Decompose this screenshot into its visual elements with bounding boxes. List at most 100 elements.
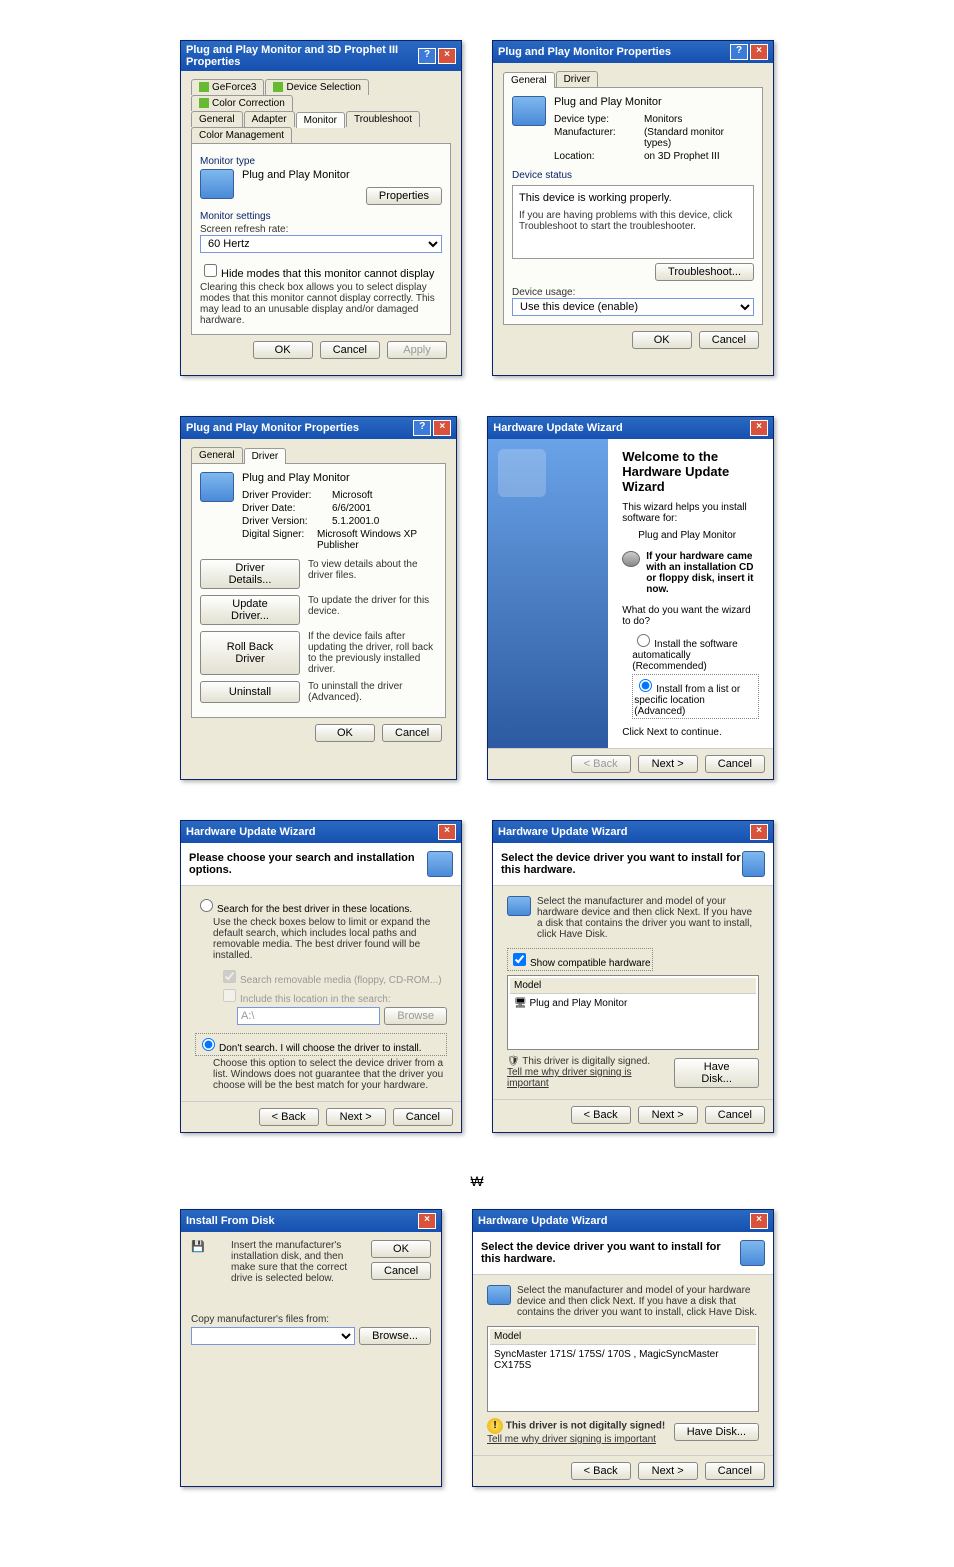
help-icon[interactable]: ? xyxy=(730,44,748,60)
refresh-rate-select[interactable]: 60 Hertz xyxy=(200,235,442,253)
chk-removable: Search removable media (floppy, CD-ROM..… xyxy=(219,967,447,986)
wizard-select-driver: Hardware Update Wizard× Select the devic… xyxy=(492,820,774,1133)
status-text: This device is working properly. xyxy=(519,192,747,204)
cancel-button[interactable]: Cancel xyxy=(705,755,765,773)
opt-auto[interactable]: Install the software automatically (Reco… xyxy=(632,631,759,672)
show-compat-checkbox[interactable]: Show compatible hardware xyxy=(507,948,653,971)
title: Hardware Update Wizard xyxy=(493,422,623,434)
close-icon[interactable]: × xyxy=(750,420,768,436)
path-input xyxy=(237,1007,380,1025)
monitor-name: Plug and Play Monitor xyxy=(554,96,754,108)
tab-driver[interactable]: Driver xyxy=(244,448,287,464)
ok-button[interactable]: OK xyxy=(315,724,375,742)
model-list[interactable]: Model SyncMaster 171S/ 175S/ 170S , Magi… xyxy=(487,1326,759,1412)
next-button[interactable]: Next > xyxy=(638,1106,698,1124)
rollback-driver-button[interactable]: Roll Back Driver xyxy=(200,631,300,675)
close-icon[interactable]: × xyxy=(750,44,768,60)
install-from-disk-dialog: Install From Disk× 💾 Insert the manufact… xyxy=(180,1209,442,1487)
close-icon[interactable]: × xyxy=(750,824,768,840)
properties-button[interactable]: Properties xyxy=(366,187,442,205)
ok-button[interactable]: OK xyxy=(253,341,313,359)
status-help: If you are having problems with this dev… xyxy=(519,210,747,232)
monitor-icon xyxy=(200,169,234,199)
help-icon[interactable]: ? xyxy=(413,420,431,436)
monitor-type-label: Monitor type xyxy=(200,156,442,167)
title: Hardware Update Wizard xyxy=(498,826,628,838)
wizard-icon xyxy=(427,851,454,877)
have-disk-button[interactable]: Have Disk... xyxy=(674,1423,759,1441)
list-item[interactable]: 🖥 Plug and Play Monitor xyxy=(510,996,756,1011)
cancel-button[interactable]: Cancel xyxy=(393,1108,453,1126)
close-icon[interactable]: × xyxy=(418,1213,436,1229)
opt-dont-search[interactable]: Don't search. I will choose the driver t… xyxy=(195,1033,447,1056)
copy-from-label: Copy manufacturer's files from: xyxy=(191,1314,431,1325)
next-button[interactable]: Next > xyxy=(638,1462,698,1480)
titlebar: Plug and Play Monitor and 3D Prophet III… xyxy=(181,41,461,71)
cancel-button[interactable]: Cancel xyxy=(371,1262,431,1280)
ok-button[interactable]: OK xyxy=(632,331,692,349)
ok-button[interactable]: OK xyxy=(371,1240,431,1258)
opt-list[interactable]: Install from a list or specific location… xyxy=(632,674,759,719)
next-button[interactable]: Next > xyxy=(638,755,698,773)
driver-details-button[interactable]: Driver Details... xyxy=(200,559,300,589)
path-select[interactable] xyxy=(191,1327,355,1345)
tab-general[interactable]: General xyxy=(191,111,243,127)
cancel-button[interactable]: Cancel xyxy=(320,341,380,359)
tab-color-mgmt[interactable]: Color Management xyxy=(191,127,292,143)
helps-text: This wizard helps you install software f… xyxy=(622,502,759,524)
device-usage-select[interactable]: Use this device (enable) xyxy=(512,298,754,316)
cancel-button[interactable]: Cancel xyxy=(705,1106,765,1124)
device-name: Plug and Play Monitor xyxy=(638,530,759,541)
tab-general[interactable]: General xyxy=(503,72,555,88)
opt-search[interactable]: Search for the best driver in these loca… xyxy=(195,896,447,915)
monitor-settings-label: Monitor settings xyxy=(200,211,442,222)
tab-adapter[interactable]: Adapter xyxy=(244,111,295,127)
tab-driver[interactable]: Driver xyxy=(556,71,599,87)
tab-monitor[interactable]: Monitor xyxy=(296,112,345,128)
close-icon[interactable]: × xyxy=(438,48,456,64)
tabs-row2: General Adapter Monitor Troubleshoot Col… xyxy=(191,111,451,143)
close-icon[interactable]: × xyxy=(438,824,456,840)
troubleshoot-button[interactable]: Troubleshoot... xyxy=(655,263,754,281)
instruction: Insert the manufacturer's installation d… xyxy=(231,1240,363,1284)
browse-button[interactable]: Browse... xyxy=(359,1327,431,1345)
back-button[interactable]: < Back xyxy=(571,1106,631,1124)
tab-general[interactable]: General xyxy=(191,447,243,463)
signed-text: This driver is digitally signed. xyxy=(522,1056,650,1067)
disk-icon: 💾 xyxy=(191,1240,223,1272)
title: Plug and Play Monitor Properties xyxy=(186,422,359,434)
title: Hardware Update Wizard xyxy=(186,826,316,838)
welcome-heading: Welcome to the Hardware Update Wizard xyxy=(622,449,759,494)
wizard-icon xyxy=(742,851,765,877)
close-icon[interactable]: × xyxy=(433,420,451,436)
cancel-button[interactable]: Cancel xyxy=(705,1462,765,1480)
back-button[interactable]: < Back xyxy=(259,1108,319,1126)
refresh-rate-label: Screen refresh rate: xyxy=(200,224,442,235)
close-icon[interactable]: × xyxy=(750,1213,768,1229)
tab-device-selection[interactable]: Device Selection xyxy=(265,79,368,95)
next-button[interactable]: Next > xyxy=(326,1108,386,1126)
wizard-select-driver-unsigned: Hardware Update Wizard× Select the devic… xyxy=(472,1209,774,1487)
model-list[interactable]: Model 🖥 Plug and Play Monitor xyxy=(507,975,759,1050)
hide-modes-checkbox[interactable]: Hide modes that this monitor cannot disp… xyxy=(200,268,434,280)
tab-geforce3[interactable]: GeForce3 xyxy=(191,79,264,95)
apply-button: Apply xyxy=(387,341,447,359)
monitor-icon xyxy=(507,896,531,916)
tab-color-correction[interactable]: Color Correction xyxy=(191,95,293,111)
tab-troubleshoot[interactable]: Troubleshoot xyxy=(346,111,420,127)
update-driver-button[interactable]: Update Driver... xyxy=(200,595,300,625)
tell-me-link[interactable]: Tell me why driver signing is important xyxy=(507,1067,632,1089)
monitor-icon xyxy=(512,96,546,126)
have-disk-button[interactable]: Have Disk... xyxy=(674,1058,759,1088)
cancel-button[interactable]: Cancel xyxy=(699,331,759,349)
back-button[interactable]: < Back xyxy=(571,1462,631,1480)
wizard-search-options: Hardware Update Wizard× Please choose yo… xyxy=(180,820,462,1133)
title: Plug and Play Monitor and 3D Prophet III… xyxy=(186,44,418,68)
help-icon[interactable]: ? xyxy=(418,48,436,64)
tell-me-link[interactable]: Tell me why driver signing is important xyxy=(487,1434,656,1445)
monitor-name: Plug and Play Monitor xyxy=(242,169,442,181)
uninstall-button[interactable]: Uninstall xyxy=(200,681,300,703)
wizard-icon xyxy=(740,1240,765,1266)
cancel-button[interactable]: Cancel xyxy=(382,724,442,742)
monitor-adapter-properties-dialog: Plug and Play Monitor and 3D Prophet III… xyxy=(180,40,462,376)
